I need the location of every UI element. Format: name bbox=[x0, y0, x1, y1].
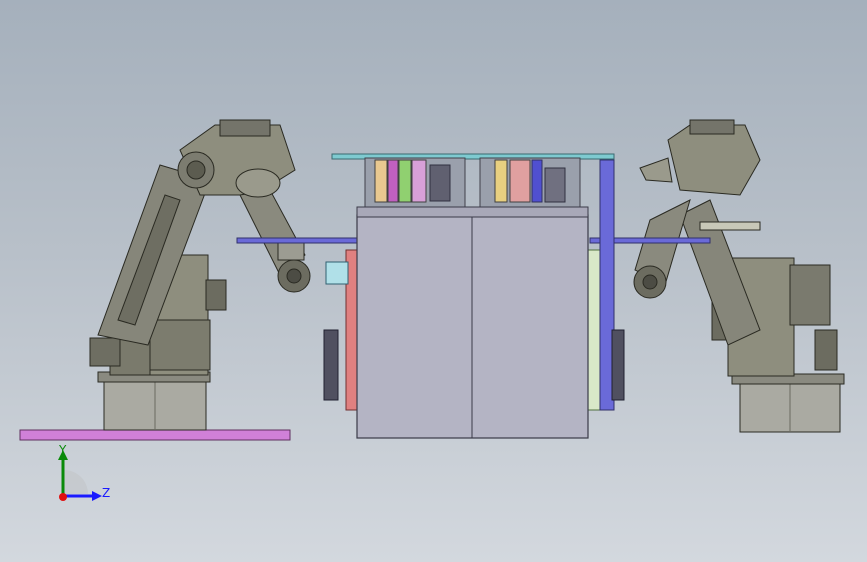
z-axis-label: Z bbox=[102, 486, 111, 500]
left-robot-arm[interactable] bbox=[89, 119, 311, 431]
assembly-scene[interactable] bbox=[0, 0, 867, 562]
y-axis-label: Y bbox=[59, 443, 67, 457]
view-orientation-shade bbox=[64, 470, 88, 494]
right-robot-arm[interactable] bbox=[633, 119, 845, 433]
center-machine-cabinet[interactable] bbox=[236, 153, 711, 439]
x-axis-dot bbox=[59, 493, 67, 501]
cad-viewport[interactable]: Y Z bbox=[0, 0, 867, 562]
floor-plate[interactable] bbox=[19, 429, 291, 441]
